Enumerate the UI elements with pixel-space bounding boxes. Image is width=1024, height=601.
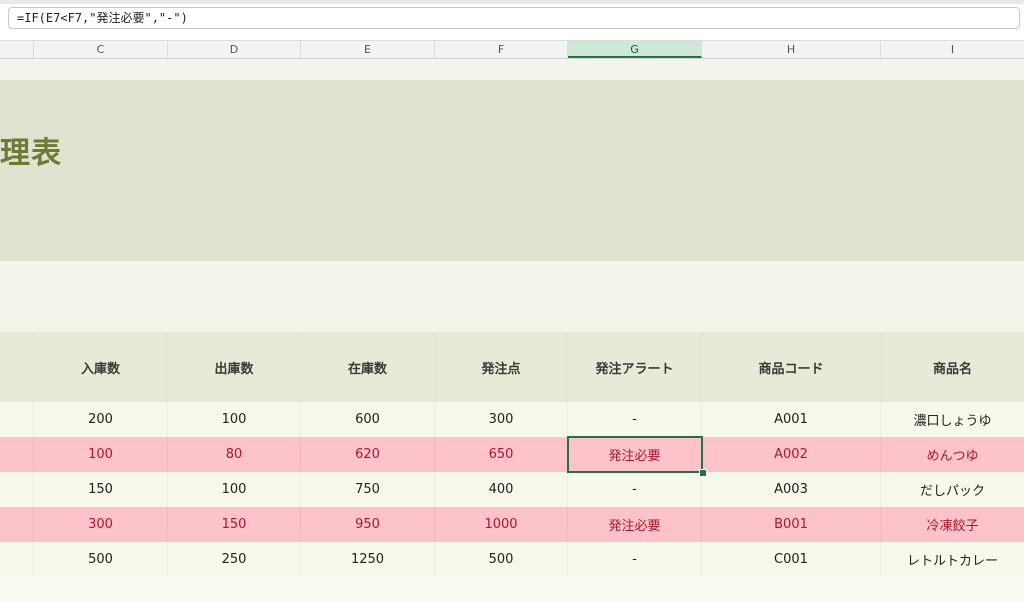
table-row: 100 80 620 650 発注必要 A002 めんつゆ: [0, 437, 1024, 472]
cell-in-qty[interactable]: 300: [34, 507, 168, 542]
cell-reorder-point[interactable]: 500: [435, 542, 568, 577]
cell-product-name[interactable]: 冷凍餃子: [881, 507, 1024, 542]
header-cell-reorder-point[interactable]: 発注点: [435, 332, 568, 402]
cell-stock[interactable]: 620: [301, 437, 435, 472]
table-row: 500 250 1250 500 - C001 レトルトカレー: [0, 542, 1024, 577]
cell-product-code[interactable]: A003: [702, 472, 881, 507]
column-header-partial[interactable]: [0, 41, 34, 58]
cell-in-qty[interactable]: 500: [34, 542, 168, 577]
header-cell-b[interactable]: [0, 332, 34, 402]
cell-product-code[interactable]: A002: [702, 437, 881, 472]
cell-reorder-point[interactable]: 1000: [435, 507, 568, 542]
spacer-row: [0, 59, 1024, 80]
spacer-row: [0, 261, 1024, 332]
cell-out-qty[interactable]: 100: [168, 472, 301, 507]
column-header-i[interactable]: I: [881, 41, 1024, 58]
cell-reorder-point[interactable]: 650: [435, 437, 568, 472]
cell-reorder-point[interactable]: 300: [435, 402, 568, 437]
table-header-row: 入庫数 出庫数 在庫数 発注点 発注アラート 商品コード 商品名: [0, 332, 1024, 402]
formula-bar: =IF(E7<F7,"発注必要","-"): [0, 4, 1024, 41]
header-cell-order-alert[interactable]: 発注アラート: [568, 332, 702, 402]
cell-b[interactable]: [0, 507, 34, 542]
cell-product-name[interactable]: だしパック: [881, 472, 1024, 507]
title-banner: [0, 80, 1024, 261]
cell-in-qty[interactable]: 200: [34, 402, 168, 437]
header-cell-in-qty[interactable]: 入庫数: [34, 332, 168, 402]
cell-out-qty[interactable]: 100: [168, 402, 301, 437]
table-row: 300 150 950 1000 発注必要 B001 冷凍餃子: [0, 507, 1024, 542]
cell-b[interactable]: [0, 472, 34, 507]
table-row: 200 100 600 300 - A001 濃口しょうゆ: [0, 402, 1024, 437]
column-headers: C D E F G H I: [0, 41, 1024, 59]
cell-order-alert[interactable]: 発注必要: [568, 507, 702, 542]
column-header-e[interactable]: E: [301, 41, 435, 58]
formula-input[interactable]: =IF(E7<F7,"発注必要","-"): [8, 7, 1020, 29]
column-header-g[interactable]: G: [568, 41, 702, 58]
cell-order-alert[interactable]: 発注必要: [568, 437, 702, 472]
cell-product-name[interactable]: レトルトカレー: [881, 542, 1024, 577]
column-header-f[interactable]: F: [435, 41, 568, 58]
cell-stock[interactable]: 1250: [301, 542, 435, 577]
cell-out-qty[interactable]: 250: [168, 542, 301, 577]
cell-product-code[interactable]: A001: [702, 402, 881, 437]
column-header-d[interactable]: D: [168, 41, 301, 58]
cell-product-name[interactable]: 濃口しょうゆ: [881, 402, 1024, 437]
cell-product-code[interactable]: B001: [702, 507, 881, 542]
cell-out-qty[interactable]: 80: [168, 437, 301, 472]
cell-out-qty[interactable]: 150: [168, 507, 301, 542]
header-cell-product-code[interactable]: 商品コード: [702, 332, 881, 402]
column-header-c[interactable]: C: [34, 41, 168, 58]
empty-area: [0, 577, 1024, 601]
table-row: 150 100 750 400 - A003 だしパック: [0, 472, 1024, 507]
cell-stock[interactable]: 750: [301, 472, 435, 507]
cell-b[interactable]: [0, 437, 34, 472]
cell-order-alert[interactable]: -: [568, 472, 702, 507]
cell-stock[interactable]: 950: [301, 507, 435, 542]
cell-stock[interactable]: 600: [301, 402, 435, 437]
cell-in-qty[interactable]: 150: [34, 472, 168, 507]
column-header-h[interactable]: H: [702, 41, 881, 58]
cell-reorder-point[interactable]: 400: [435, 472, 568, 507]
cell-in-qty[interactable]: 100: [34, 437, 168, 472]
cell-order-alert[interactable]: -: [568, 542, 702, 577]
cell-order-alert[interactable]: -: [568, 402, 702, 437]
fill-handle[interactable]: [699, 469, 707, 477]
sheet-title: 理表: [0, 136, 62, 171]
header-cell-out-qty[interactable]: 出庫数: [168, 332, 301, 402]
cell-product-name[interactable]: めんつゆ: [881, 437, 1024, 472]
cell-b[interactable]: [0, 402, 34, 437]
header-cell-stock[interactable]: 在庫数: [301, 332, 435, 402]
cell-b[interactable]: [0, 542, 34, 577]
formula-text: =IF(E7<F7,"発注必要","-"): [17, 11, 188, 25]
cell-product-code[interactable]: C001: [702, 542, 881, 577]
header-cell-product-name[interactable]: 商品名: [881, 332, 1024, 402]
